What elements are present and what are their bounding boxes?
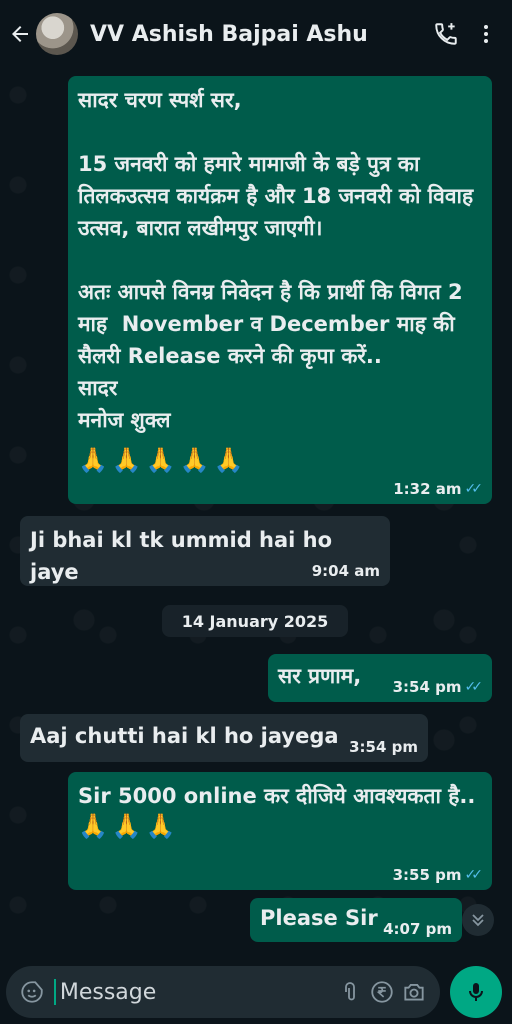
chat-header: VV Ashish Bajpai Ashu: [0, 0, 512, 68]
contact-name[interactable]: VV Ashish Bajpai Ashu: [90, 22, 426, 47]
message-meta: 3:55 pm ✓✓: [392, 866, 484, 884]
date-separator: 14 January 2025: [162, 605, 348, 637]
message-bubble-incoming[interactable]: Ji bhai kl tk ummid hai ho jaye 9:04 am: [20, 516, 390, 586]
more-vert-icon[interactable]: [466, 14, 506, 54]
camera-icon[interactable]: [398, 974, 430, 1010]
message-text: सादर चरण स्पर्श सर, 15 जनवरी को हमारे मा…: [78, 88, 474, 432]
message-time: 1:32 am: [393, 480, 462, 498]
message-meta: 9:04 am: [312, 562, 380, 580]
read-receipt-icon: ✓✓: [464, 679, 484, 695]
message-meta: 3:54 pm: [349, 738, 418, 756]
sticker-icon[interactable]: [16, 974, 48, 1010]
message-meta: 4:07 pm: [383, 920, 452, 938]
read-receipt-icon: ✓✓: [464, 867, 484, 883]
message-bubble-outgoing[interactable]: सर प्रणाम, 3:54 pm ✓✓: [268, 654, 492, 702]
composer-bar: [0, 960, 512, 1024]
rupee-icon[interactable]: [366, 974, 398, 1010]
message-input[interactable]: [55, 979, 334, 1005]
message-input-container[interactable]: [6, 966, 440, 1018]
mic-icon[interactable]: [450, 966, 502, 1018]
message-meta: 3:54 pm ✓✓: [392, 678, 484, 696]
message-time: 3:54 pm: [349, 738, 418, 756]
message-time: 3:55 pm: [392, 866, 462, 884]
message-bubble-outgoing[interactable]: Please Sir 4:07 pm: [250, 898, 462, 942]
emoji-row: 🙏🙏🙏: [78, 812, 180, 840]
chat-area[interactable]: सादर चरण स्पर्श सर, 15 जनवरी को हमारे मा…: [0, 68, 512, 960]
message-time: 3:54 pm: [392, 678, 462, 696]
back-arrow-icon[interactable]: [6, 14, 34, 54]
paperclip-icon[interactable]: [334, 974, 366, 1010]
add-call-icon[interactable]: [426, 14, 466, 54]
message-text: Sir 5000 online कर दीजिये आवश्यकता है..: [78, 784, 476, 808]
message-bubble-incoming[interactable]: Aaj chutti hai kl ho jayega 3:54 pm: [20, 714, 428, 762]
read-receipt-icon: ✓✓: [464, 481, 484, 497]
message-time: 9:04 am: [311, 562, 380, 580]
message-bubble-outgoing[interactable]: Sir 5000 online कर दीजिये आवश्यकता है.. …: [68, 772, 492, 890]
avatar[interactable]: [36, 13, 78, 55]
double-chevron-down-icon[interactable]: [462, 904, 494, 936]
message-time: 4:07 pm: [383, 920, 452, 938]
message-meta: 1:32 am ✓✓: [393, 480, 484, 498]
emoji-row: 🙏🙏🙏🙏🙏: [78, 446, 248, 474]
message-bubble-outgoing[interactable]: सादर चरण स्पर्श सर, 15 जनवरी को हमारे मा…: [68, 76, 492, 504]
